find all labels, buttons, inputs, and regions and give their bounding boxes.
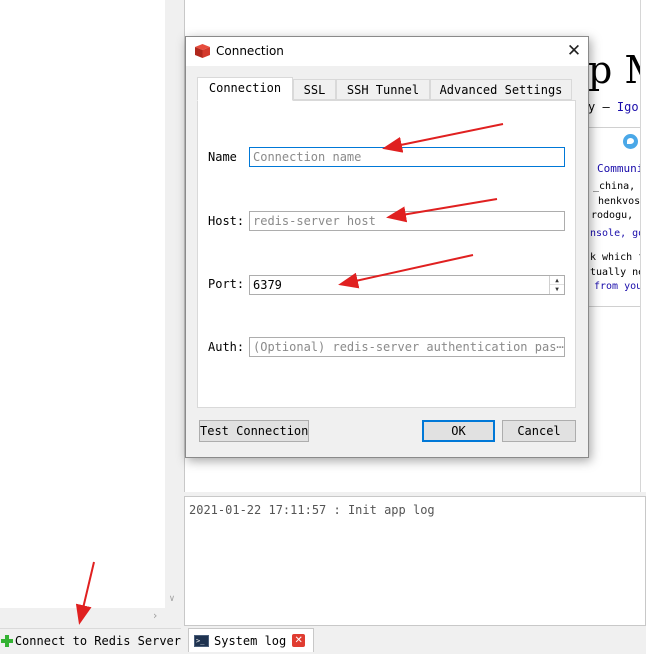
twitter-icon[interactable] bbox=[623, 134, 638, 149]
community-link[interactable]: nsole, goo bbox=[590, 228, 646, 239]
name-label: Name bbox=[208, 150, 237, 164]
auth-label: Auth: bbox=[208, 340, 245, 354]
redis-logo-icon bbox=[195, 44, 210, 58]
close-tab-icon[interactable]: ✕ bbox=[292, 634, 306, 647]
port-spin-buttons[interactable]: ▲ ▼ bbox=[549, 276, 564, 294]
close-icon[interactable]: ✕ bbox=[563, 40, 585, 62]
welcome-title: p M bbox=[588, 48, 646, 92]
port-label: Port: bbox=[208, 277, 245, 291]
cancel-button[interactable]: Cancel bbox=[502, 420, 576, 442]
host-placeholder: redis-server host bbox=[253, 214, 376, 228]
connection-name-field[interactable]: Connection name bbox=[249, 147, 565, 167]
author-prefix: y – bbox=[588, 100, 617, 114]
dialog-titlebar[interactable]: Connection ✕ bbox=[186, 37, 588, 66]
tab-advanced-settings[interactable]: Advanced Settings bbox=[430, 79, 572, 100]
welcome-text-line: k which fe bbox=[590, 252, 646, 263]
ok-button[interactable]: OK bbox=[422, 420, 495, 442]
welcome-link-line[interactable]: from your bbox=[594, 281, 646, 292]
connect-to-redis-server-button[interactable]: Connect to Redis Server bbox=[0, 628, 181, 652]
spin-up-icon[interactable]: ▲ bbox=[550, 276, 564, 285]
welcome-scrollbar[interactable] bbox=[640, 0, 646, 492]
community-heading[interactable]: Communi bbox=[597, 162, 643, 175]
tab-ssl[interactable]: SSL bbox=[293, 79, 336, 100]
plus-icon bbox=[1, 634, 13, 647]
port-value: 6379 bbox=[253, 278, 282, 292]
dialog-title: Connection bbox=[216, 44, 284, 58]
connection-dialog: Connection ✕ Connection SSL SSH Tunnel A… bbox=[185, 36, 589, 458]
system-log-tab-label: System log bbox=[214, 633, 287, 648]
tree-vertical-scrollbar[interactable] bbox=[165, 0, 179, 608]
connection-name-placeholder: Connection name bbox=[253, 150, 362, 164]
connection-tree-panel[interactable] bbox=[0, 0, 165, 608]
spin-down-icon[interactable]: ▼ bbox=[550, 285, 564, 294]
auth-password-field[interactable]: (Optional) redis-server authentication p… bbox=[249, 337, 565, 357]
community-line: _china, Gu bbox=[593, 181, 646, 192]
host-field[interactable]: redis-server host bbox=[249, 211, 565, 231]
terminal-icon: >_ bbox=[194, 634, 209, 647]
connect-button-label: Connect to Redis Server bbox=[14, 633, 181, 648]
port-stepper[interactable]: 6379 ▲ ▼ bbox=[249, 275, 565, 295]
community-line: henkvos, bbox=[598, 196, 646, 207]
tab-connection[interactable]: Connection bbox=[197, 77, 293, 101]
scroll-down-arrow-icon[interactable]: ∨ bbox=[165, 592, 179, 606]
test-connection-button[interactable]: Test Connection bbox=[199, 420, 309, 442]
tab-ssh-tunnel[interactable]: SSH Tunnel bbox=[336, 79, 430, 100]
welcome-text-line: tually nee bbox=[590, 267, 646, 278]
welcome-author-line: y – Igor bbox=[588, 100, 646, 114]
tab-system-log[interactable]: >_ System log ✕ bbox=[188, 628, 314, 652]
log-entry: 2021-01-22 17:11:57 : Init app log bbox=[189, 503, 435, 517]
host-label: Host: bbox=[208, 214, 245, 228]
auth-placeholder: (Optional) redis-server authentication p… bbox=[253, 340, 564, 354]
scroll-right-arrow-icon[interactable]: › bbox=[148, 609, 162, 623]
community-line: rodogu, p bbox=[591, 210, 646, 221]
